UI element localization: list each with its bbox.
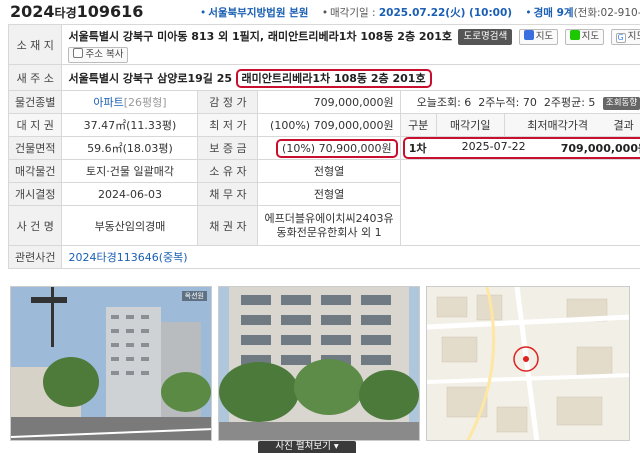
building-area-label: 건물면적 <box>7 136 63 160</box>
start-decision-value: 2024-06-03 <box>61 182 199 206</box>
new-address-unit: 래미안트리베라1차 108동 2층 201호 <box>235 68 432 88</box>
appraisal-value: 709,000,000원 <box>257 90 401 114</box>
sale-date: 2025.07.22(火) (10:00) <box>378 7 513 19</box>
deposit-value: (10%) 70,900,000원 <box>276 139 398 158</box>
today-views: 오늘조회: 6 <box>416 96 472 109</box>
history-header-result: 결과 <box>613 119 634 132</box>
new-address-label: 새 주 소 <box>7 64 63 91</box>
owner-value: 전형열 <box>257 159 401 183</box>
history-header-price: 최저매각가격 결과 <box>503 113 640 137</box>
property-type[interactable]: 아파트 <box>93 96 123 109</box>
street-photo-image <box>11 287 211 440</box>
case-info-table: 소 재 지 서울특별시 강북구 미아동 813 외 1필지, 래미안트리베라1차… <box>7 24 640 269</box>
photo-location-map[interactable] <box>426 286 630 441</box>
case-name-value: 부동산임의경매 <box>61 205 199 246</box>
view-stats: 오늘조회: 6 2주누적: 70 2주평균: 5 조회동향 <box>399 90 640 114</box>
building-area-value: 59.6㎡(18.03평) <box>61 136 199 160</box>
photo-building-front[interactable] <box>218 286 420 441</box>
copy-address-button[interactable]: 주소 복사 <box>68 47 129 63</box>
view-trend-button[interactable]: 조회동향 <box>602 96 640 110</box>
dept-phone: (전화:02-910-3679) <box>573 7 640 19</box>
building-photo-image <box>219 287 419 440</box>
related-case-label: 관련사건 <box>7 245 63 269</box>
start-decision-label: 개시결정 <box>7 182 63 206</box>
two-week-avg: 2주평균: 5 <box>543 96 596 109</box>
map-button-google[interactable]: G지도 <box>610 29 640 45</box>
copy-icon <box>73 48 84 58</box>
case-name-label: 사 건 명 <box>7 205 63 246</box>
min-price-value: (100%) 709,000,000원 <box>257 113 401 137</box>
daum-map-icon <box>523 30 534 40</box>
creditor-value: 에프더블유에이치씨2403유 동화전문유한회사 외 1 <box>257 205 401 246</box>
naver-map-icon <box>569 30 580 40</box>
property-size-class: [26평형] <box>123 96 167 109</box>
property-type-label: 물건종별 <box>7 90 63 114</box>
location-address: 서울특별시 강북구 미아동 813 외 1필지, 래미안트리베라1차 108동 … <box>68 30 452 43</box>
min-price-label: 최 저 가 <box>197 113 259 137</box>
map-button-daum[interactable]: 지도 <box>518 29 559 45</box>
new-address: 서울특별시 강북구 삼양로19길 25 <box>68 71 233 85</box>
photo-brand-tag: 옥션원 <box>181 291 207 301</box>
google-map-icon: G <box>615 33 626 43</box>
sale-object-value: 토지·건물 일괄매각 <box>61 159 199 183</box>
court-name[interactable]: 서울북부지방법원 본원 <box>208 7 308 19</box>
road-search-button[interactable]: 도로명검색 <box>458 29 513 45</box>
location-map-image <box>427 287 629 440</box>
appraisal-label: 감 정 가 <box>197 90 259 114</box>
land-value: 37.47㎡(11.33평) <box>61 113 199 137</box>
related-case-link[interactable]: 2024타경113646(중복) <box>68 251 187 264</box>
creditor-label: 채 권 자 <box>197 205 259 246</box>
land-label: 대 지 권 <box>7 113 63 137</box>
case-number: 2024타경109616 <box>10 2 144 21</box>
expand-photos-button[interactable]: 사진 펼쳐보기 ▾ <box>258 441 356 453</box>
history-price: 709,000,000원 <box>560 142 640 155</box>
deposit-label: 보 증 금 <box>197 136 259 160</box>
case-header: 2024타경109616 • 서울북부지방법원 본원 • 매각기일 : 2025.0… <box>0 0 640 22</box>
history-header-date: 매각기일 <box>435 113 505 137</box>
sale-object-label: 매각물건 <box>7 159 63 183</box>
case-meta: • 서울북부지방법원 본원 • 매각기일 : 2025.07.22(火) (10:0… <box>190 5 640 20</box>
history-date: 2025-07-22 <box>461 140 526 153</box>
owner-label: 소 유 자 <box>197 159 259 183</box>
history-header-round: 구분 <box>399 113 437 137</box>
debtor-value: 전형열 <box>257 182 401 206</box>
debtor-label: 채 무 자 <box>197 182 259 206</box>
auction-dept: 경매 9계 <box>533 7 574 19</box>
location-label: 소 재 지 <box>7 24 63 65</box>
map-button-naver[interactable]: 지도 <box>564 29 605 45</box>
history-round: 1차 <box>408 142 427 155</box>
history-row: 1차 2025-07-22 709,000,000원 <box>402 137 640 159</box>
two-week-total: 2주누적: 70 <box>478 96 537 109</box>
photo-street-view[interactable]: 옥션원 <box>10 286 212 441</box>
